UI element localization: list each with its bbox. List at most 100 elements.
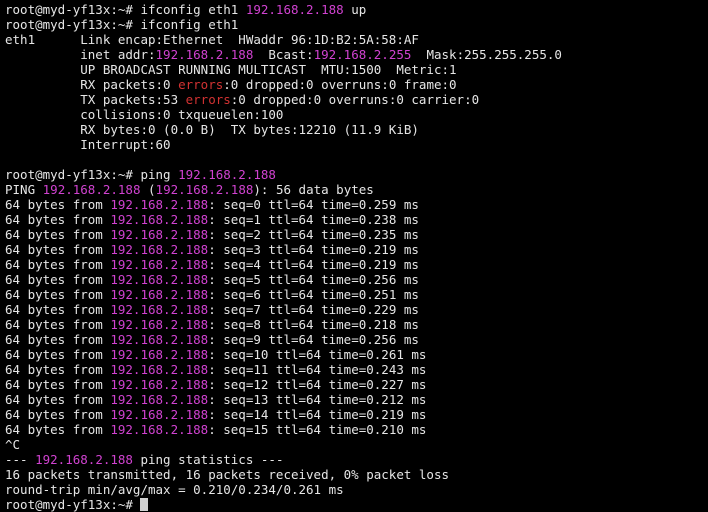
ip-address-text: 192.168.2.188 [110,422,209,437]
terminal-line: root@myd-yf13x:~# ifconfig eth1 [5,17,708,32]
terminal-line: 64 bytes from 192.168.2.188: seq=12 ttl=… [5,377,708,392]
terminal-line: 64 bytes from 192.168.2.188: seq=11 ttl=… [5,362,708,377]
terminal-line: inet addr:192.168.2.188 Bcast:192.168.2.… [5,47,708,62]
terminal-text: : seq=13 ttl=64 time=0.212 ms [208,392,427,407]
terminal-text: 16 packets transmitted, 16 packets recei… [5,467,450,482]
terminal-line: 64 bytes from 192.168.2.188: seq=0 ttl=6… [5,197,708,212]
terminal-line: root@myd-yf13x:~# ifconfig eth1 192.168.… [5,2,708,17]
terminal-text: : seq=7 ttl=64 time=0.229 ms [208,302,419,317]
terminal-line: eth1 Link encap:Ethernet HWaddr 96:1D:B2… [5,32,708,47]
terminal-text: Bcast: [253,47,314,62]
terminal-text: RX bytes:0 (0.0 B) TX bytes:12210 (11.9 … [5,122,419,137]
ip-address-text: 192.168.2.188 [110,257,209,272]
ip-address-text: 192.168.2.188 [42,182,141,197]
terminal-output: root@myd-yf13x:~# ifconfig eth1 192.168.… [5,2,708,497]
terminal-text: UP BROADCAST RUNNING MULTICAST MTU:1500 … [5,62,457,77]
terminal-text: : seq=5 ttl=64 time=0.256 ms [208,272,419,287]
ip-address-text: 192.168.2.188 [110,227,209,242]
terminal-line: ^C [5,437,708,452]
error-label-text: errors [185,92,231,107]
ip-address-text: 192.168.2.188 [110,197,209,212]
terminal-text: root@myd-yf13x:~# ifconfig eth1 [5,2,246,17]
terminal-text: 64 bytes from [5,287,111,302]
terminal-text: Mask:255.255.255.0 [411,47,562,62]
terminal-text: eth1 Link encap:Ethernet HWaddr 96:1D:B2… [5,32,419,47]
terminal-line: 64 bytes from 192.168.2.188: seq=2 ttl=6… [5,227,708,242]
terminal-text: : seq=3 ttl=64 time=0.219 ms [208,242,419,257]
terminal-text: ping statistics --- [132,452,284,467]
terminal-line: 64 bytes from 192.168.2.188: seq=4 ttl=6… [5,257,708,272]
terminal-text: root@myd-yf13x:~# ifconfig eth1 [5,17,239,32]
terminal-text: : seq=10 ttl=64 time=0.261 ms [208,347,427,362]
terminal-text: ( [140,182,156,197]
terminal-input-line[interactable]: root@myd-yf13x:~# [5,497,708,512]
ip-address-text: 192.168.2.188 [178,167,276,182]
terminal-text: : seq=1 ttl=64 time=0.238 ms [208,212,419,227]
terminal-text: collisions:0 txqueuelen:100 [5,107,284,122]
terminal-text: :0 dropped:0 overruns:0 carrier:0 [230,92,480,107]
ip-address-text: 192.168.2.188 [110,407,209,422]
terminal-text: : seq=14 ttl=64 time=0.219 ms [208,407,427,422]
terminal-line: collisions:0 txqueuelen:100 [5,107,708,122]
terminal-text: 64 bytes from [5,377,111,392]
terminal-text: 64 bytes from [5,332,111,347]
terminal-text: round-trip min/avg/max = 0.210/0.234/0.2… [5,482,344,497]
ip-address-text: 192.168.2.188 [35,452,133,467]
terminal-line: --- 192.168.2.188 ping statistics --- [5,452,708,467]
terminal-text: PING [5,182,43,197]
terminal-text: : seq=6 ttl=64 time=0.251 ms [208,287,419,302]
terminal-text: 64 bytes from [5,362,111,377]
terminal-text: 64 bytes from [5,227,111,242]
terminal-text: :0 dropped:0 overruns:0 frame:0 [223,77,457,92]
ip-address-text: 192.168.2.188 [110,302,209,317]
terminal-text: : seq=15 ttl=64 time=0.210 ms [208,422,427,437]
terminal-line: TX packets:53 errors:0 dropped:0 overrun… [5,92,708,107]
terminal-text: TX packets:53 [5,92,186,107]
terminal-text: 64 bytes from [5,242,111,257]
terminal-text: 64 bytes from [5,257,111,272]
terminal-text: --- [5,452,36,467]
terminal-line: 64 bytes from 192.168.2.188: seq=7 ttl=6… [5,302,708,317]
terminal-text: : seq=12 ttl=64 time=0.227 ms [208,377,427,392]
terminal-text: 64 bytes from [5,392,111,407]
terminal-line: 64 bytes from 192.168.2.188: seq=3 ttl=6… [5,242,708,257]
ip-address-text: 192.168.2.188 [110,362,209,377]
ip-address-text: 192.168.2.255 [313,47,412,62]
terminal-text: 64 bytes from [5,197,111,212]
terminal-line: 16 packets transmitted, 16 packets recei… [5,467,708,482]
terminal-line: RX packets:0 errors:0 dropped:0 overruns… [5,77,708,92]
ip-address-text: 192.168.2.188 [110,377,209,392]
terminal-line: 64 bytes from 192.168.2.188: seq=15 ttl=… [5,422,708,437]
ip-address-text: 192.168.2.188 [110,272,209,287]
terminal-text: 64 bytes from [5,407,111,422]
ip-address-text: 192.168.2.188 [110,287,209,302]
terminal-line: 64 bytes from 192.168.2.188: seq=10 ttl=… [5,347,708,362]
terminal-line: round-trip min/avg/max = 0.210/0.234/0.2… [5,482,708,497]
terminal-text: : seq=2 ttl=64 time=0.235 ms [208,227,419,242]
terminal-text: ): 56 data bytes [253,182,374,197]
terminal-text: : seq=11 ttl=64 time=0.243 ms [208,362,427,377]
terminal-text: 64 bytes from [5,347,111,362]
terminal-line: 64 bytes from 192.168.2.188: seq=1 ttl=6… [5,212,708,227]
terminal-text: Interrupt:60 [5,137,171,152]
terminal-line: PING 192.168.2.188 (192.168.2.188): 56 d… [5,182,708,197]
terminal-line: 64 bytes from 192.168.2.188: seq=5 ttl=6… [5,272,708,287]
terminal-text: : seq=4 ttl=64 time=0.219 ms [208,257,419,272]
terminal-line: UP BROADCAST RUNNING MULTICAST MTU:1500 … [5,62,708,77]
terminal-line: 64 bytes from 192.168.2.188: seq=13 ttl=… [5,392,708,407]
terminal-text: ^C [5,437,21,452]
ip-address-text: 192.168.2.188 [110,347,209,362]
terminal-line: RX bytes:0 (0.0 B) TX bytes:12210 (11.9 … [5,122,708,137]
terminal-line: 64 bytes from 192.168.2.188: seq=8 ttl=6… [5,317,708,332]
ip-address-text: 192.168.2.188 [155,47,254,62]
terminal-text: 64 bytes from [5,272,111,287]
text-cursor [140,498,149,511]
terminal-text: up [343,2,367,17]
ip-address-text: 192.168.2.188 [110,392,209,407]
terminal-line: 64 bytes from 192.168.2.188: seq=14 ttl=… [5,407,708,422]
shell-prompt: root@myd-yf13x:~# [5,497,141,512]
terminal-text: 64 bytes from [5,302,111,317]
terminal-window[interactable]: root@myd-yf13x:~# ifconfig eth1 192.168.… [0,0,708,512]
terminal-text: root@myd-yf13x:~# ping [5,167,179,182]
